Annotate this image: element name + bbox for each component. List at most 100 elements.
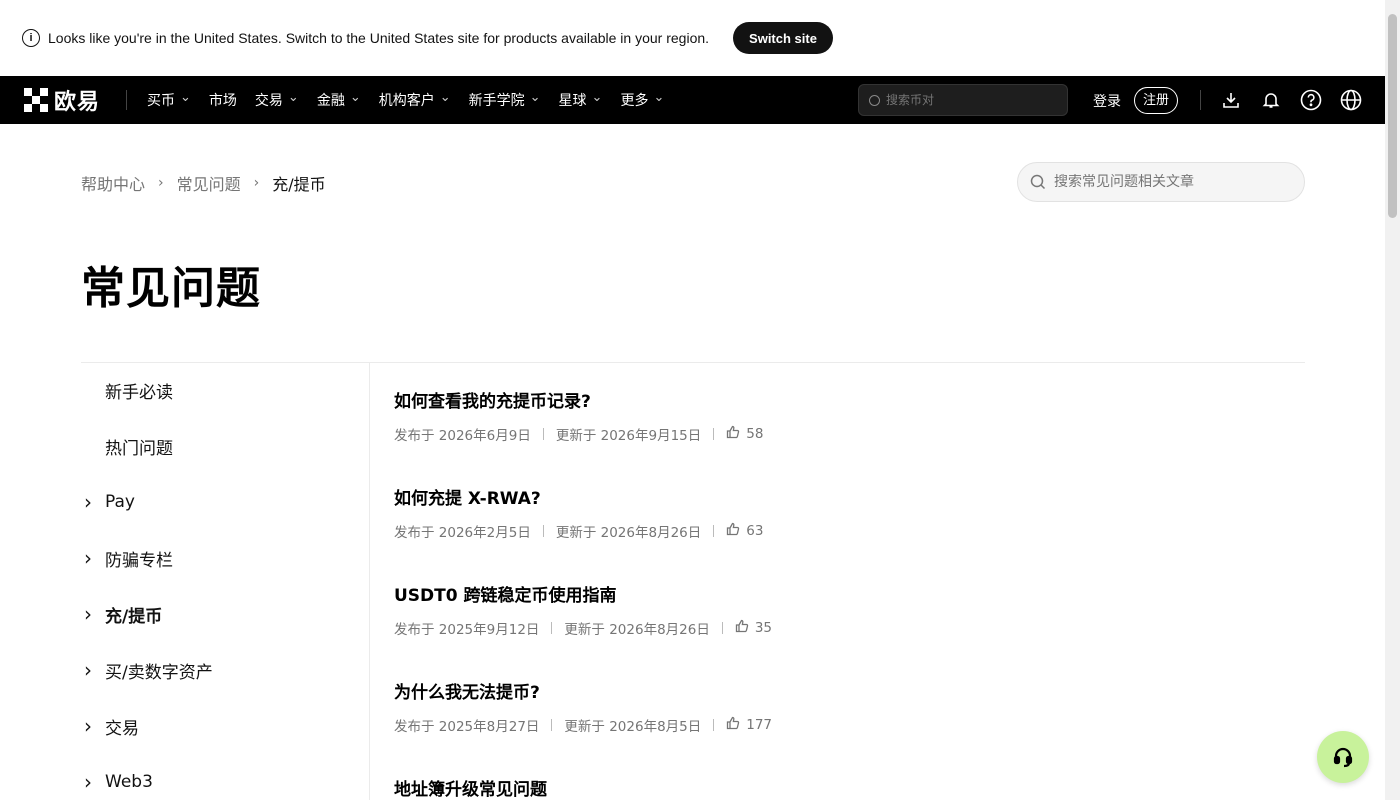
- sidebar-item-label: 充/提币: [105, 606, 163, 627]
- chevron-right-icon: ›: [84, 714, 92, 738]
- sidebar-item[interactable]: 热门问题: [81, 418, 173, 474]
- thumbs-up-icon: [735, 619, 749, 637]
- updated-date: 更新于 2026年8月26日: [555, 525, 702, 541]
- thumbs-up-icon: [726, 716, 740, 734]
- article-item: 地址簿升级常见问题: [394, 775, 547, 800]
- sidebar-divider: [369, 362, 370, 800]
- nav-item[interactable]: 交易 ⌄: [255, 90, 299, 110]
- nav-item-label: 金融: [316, 93, 345, 109]
- nav-item-label: 机构客户: [378, 93, 435, 109]
- nav-item-label: 市场: [208, 93, 237, 109]
- meta-divider: [713, 719, 715, 731]
- download-icon[interactable]: [1220, 89, 1242, 111]
- chevron-down-icon: ⌄: [591, 89, 603, 105]
- article-title-link[interactable]: 地址簿升级常见问题: [394, 775, 547, 800]
- nav-item-label: 更多: [620, 93, 649, 109]
- published-date: 发布于 2026年2月5日: [394, 525, 531, 541]
- login-link[interactable]: 登录: [1093, 91, 1121, 111]
- chevron-right-icon: ›: [84, 602, 92, 626]
- search-icon: [1030, 174, 1046, 190]
- article-item: USDT0 跨链稳定币使用指南发布于 2025年9月12日 更新于 2026年8月…: [394, 581, 772, 638]
- nav-menu: 买币 ⌄ 市场 交易 ⌄ 金融 ⌄ 机构客户 ⌄ 新手学院 ⌄ 星球 ⌄ 更多 ⌄: [147, 90, 682, 110]
- chevron-right-icon: ›: [253, 175, 260, 191]
- help-search[interactable]: [1017, 162, 1305, 202]
- sidebar-item-label: Pay: [105, 492, 135, 512]
- published-date: 发布于 2025年8月27日: [394, 719, 540, 735]
- bell-icon[interactable]: [1260, 89, 1282, 111]
- chevron-right-icon: ›: [84, 546, 92, 570]
- nav-item-label: 交易: [254, 93, 283, 109]
- article-item: 如何充提 X-RWA? 发布于 2026年2月5日 更新于 2026年8月26日 63: [394, 484, 763, 541]
- article-meta: 发布于 2026年2月5日 更新于 2026年8月26日 63: [394, 521, 763, 541]
- chevron-down-icon: ⌄: [180, 89, 191, 105]
- help-icon[interactable]: [1300, 89, 1322, 111]
- like-count: 58: [746, 426, 764, 442]
- thumbs-up-icon: [726, 425, 740, 443]
- nav-item-label: 星球: [558, 93, 587, 109]
- article-title-link[interactable]: 为什么我无法提币?: [394, 678, 772, 703]
- globe-icon[interactable]: [1340, 89, 1362, 111]
- logo-text: 欧易: [54, 90, 101, 115]
- content-divider: [81, 362, 1305, 363]
- sidebar-item-label: Web3: [105, 772, 153, 792]
- sidebar-item[interactable]: 新手必读: [81, 362, 173, 418]
- nav-item[interactable]: 新手学院 ⌄: [469, 90, 541, 110]
- meta-divider: [542, 428, 544, 440]
- meta-divider: [551, 622, 553, 634]
- headset-icon: [1333, 747, 1353, 768]
- chevron-right-icon: ›: [158, 175, 164, 191]
- breadcrumb-help-center[interactable]: 帮助中心: [81, 171, 145, 195]
- article-meta: 发布于 2025年9月12日 更新于 2026年8月26日 35: [394, 618, 772, 638]
- help-search-input[interactable]: [1054, 174, 1294, 190]
- register-button[interactable]: 注册: [1134, 87, 1179, 114]
- updated-date: 更新于 2026年8月5日: [564, 719, 702, 735]
- customer-support-button[interactable]: [1317, 731, 1369, 783]
- thumbs-up-icon: [726, 522, 740, 540]
- logo[interactable]: 欧易: [24, 84, 100, 116]
- article-meta: 发布于 2025年8月27日 更新于 2026年8月5日 177: [394, 715, 772, 735]
- page-scrollbar[interactable]: [1385, 0, 1400, 800]
- meta-divider: [721, 622, 723, 634]
- article-title-link[interactable]: USDT0 跨链稳定币使用指南: [394, 581, 772, 606]
- region-message: Looks like you're in the United States. …: [48, 30, 710, 46]
- nav-item[interactable]: 机构客户 ⌄: [379, 90, 451, 110]
- chevron-right-icon: ›: [84, 658, 92, 682]
- sidebar-item[interactable]: › 防骗专栏: [81, 530, 173, 586]
- breadcrumb-current: 充/提币: [272, 175, 326, 194]
- updated-date: 更新于 2026年9月15日: [555, 428, 702, 444]
- chevron-down-icon: ⌄: [287, 89, 299, 105]
- sidebar-item-label: 新手必读: [105, 382, 173, 403]
- sidebar-item[interactable]: › Web3: [81, 754, 153, 800]
- nav-item[interactable]: 金融 ⌄: [317, 90, 361, 110]
- sidebar-item-label: 交易: [105, 718, 139, 739]
- like-count: 35: [754, 620, 773, 636]
- sidebar-item[interactable]: › 充/提币: [81, 586, 162, 642]
- published-date: 发布于 2025年9月12日: [394, 622, 540, 638]
- article-item: 如何查看我的充提币记录? 发布于 2026年6月9日 更新于 2026年9月15日 5…: [394, 387, 763, 444]
- nav-search[interactable]: [858, 84, 1068, 116]
- meta-divider: [713, 525, 715, 537]
- scrollbar-thumb[interactable]: [1388, 14, 1397, 218]
- nav-divider-right: [1200, 90, 1201, 110]
- article-meta: 发布于 2026年6月9日 更新于 2026年9月15日 58: [394, 424, 763, 444]
- nav-item[interactable]: 更多 ⌄: [620, 90, 664, 110]
- sidebar-item-label: 买/卖数字资产: [105, 662, 213, 683]
- chevron-right-icon: ›: [84, 490, 92, 514]
- sidebar-item[interactable]: › 买/卖数字资产: [81, 642, 213, 698]
- pair-search-input[interactable]: [886, 93, 1056, 107]
- nav-item[interactable]: 星球 ⌄: [559, 90, 603, 110]
- nav-item-label: 新手学院: [468, 93, 525, 109]
- nav-divider: [126, 90, 128, 110]
- article-title-link[interactable]: 如何查看我的充提币记录?: [394, 387, 763, 412]
- nav-item[interactable]: 买币 ⌄: [147, 90, 191, 110]
- sidebar-item[interactable]: › 交易: [81, 698, 139, 754]
- okx-logo-icon: [24, 88, 48, 112]
- page-title: 常见问题: [81, 263, 261, 314]
- nav-item[interactable]: 市场: [209, 90, 237, 110]
- article-title-link[interactable]: 如何充提 X-RWA?: [394, 484, 763, 509]
- switch-site-button[interactable]: Switch site: [733, 22, 833, 54]
- meta-divider: [551, 719, 553, 731]
- sidebar-item[interactable]: › Pay: [81, 474, 135, 530]
- breadcrumb-faq[interactable]: 常见问题: [177, 171, 241, 195]
- chevron-down-icon: ⌄: [653, 89, 665, 105]
